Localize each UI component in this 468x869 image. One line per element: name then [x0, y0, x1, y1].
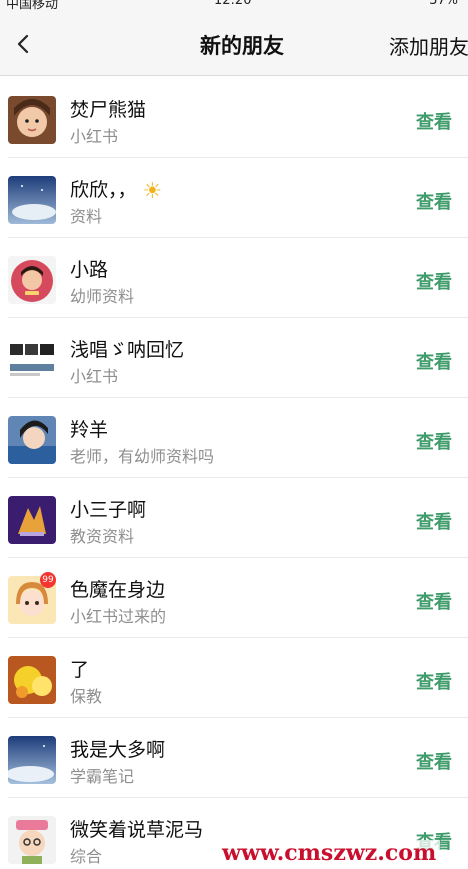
friend-name: 浅唱ゞ呐回忆	[70, 339, 185, 361]
avatar[interactable]	[8, 256, 56, 304]
friend-name: 小三子啊	[70, 499, 147, 521]
friend-row[interactable]: 欣欣，， ☀ 资料 查看	[0, 158, 468, 238]
friend-name: 我是大多啊	[70, 739, 166, 761]
view-button[interactable]: 查看	[416, 508, 452, 534]
sun-icon: ☀	[142, 179, 163, 204]
friend-row[interactable]: 99 色魔在身边 小红书过来的 查看	[0, 558, 468, 638]
friend-name: 羚羊	[70, 419, 109, 441]
view-button[interactable]: 查看	[416, 268, 452, 294]
status-bar: 中国移动 12:20 37%	[0, 0, 468, 10]
view-button[interactable]: 查看	[416, 108, 452, 134]
friend-name: 微笑着说草泥马	[70, 819, 204, 841]
friend-row[interactable]: 羚羊 老师，有幼师资料吗 查看	[0, 398, 468, 478]
friend-name: 了	[70, 659, 90, 681]
avatar[interactable]	[8, 416, 56, 464]
friend-note: 幼师资料	[70, 287, 135, 306]
view-button[interactable]: 查看	[416, 588, 452, 614]
friend-note: 小红书	[70, 127, 119, 146]
unread-badge: 99	[40, 572, 56, 588]
avatar[interactable]	[8, 816, 56, 864]
carrier-label: 中国移动	[6, 0, 59, 10]
friend-note: 综合	[70, 847, 103, 866]
friend-name: 欣欣，， ☀	[70, 175, 163, 204]
friend-note: 资料	[70, 207, 103, 226]
friend-row[interactable]: 小三子啊 教资资料 查看	[0, 478, 468, 558]
friend-name: 小路	[70, 259, 109, 281]
battery-level: 37%	[429, 0, 458, 8]
friend-name-text: 欣欣，，	[70, 179, 137, 201]
avatar[interactable]	[8, 496, 56, 544]
friend-note: 小红书过来的	[70, 607, 167, 626]
view-button[interactable]: 查看	[416, 668, 452, 694]
view-button[interactable]: 查看	[416, 428, 452, 454]
friend-name: 色魔在身边	[70, 579, 166, 601]
view-button[interactable]: 查看	[416, 188, 452, 214]
friend-note: 小红书	[70, 367, 119, 386]
avatar[interactable]	[8, 736, 56, 784]
friend-note: 学霸笔记	[70, 767, 135, 786]
friend-note: 教资资料	[70, 527, 135, 546]
friend-note: 老师，有幼师资料吗	[70, 447, 215, 466]
avatar[interactable]	[8, 656, 56, 704]
friend-row[interactable]: 了 保教 查看	[0, 638, 468, 718]
avatar[interactable]	[8, 96, 56, 144]
friend-note: 保教	[70, 687, 103, 706]
navigation-bar: 新的朋友 添加朋友	[0, 10, 468, 76]
friend-row[interactable]: 浅唱ゞ呐回忆 小红书 查看	[0, 318, 468, 398]
view-button[interactable]: 查看	[416, 748, 452, 774]
avatar[interactable]	[8, 176, 56, 224]
friend-name: 焚尸熊猫	[70, 99, 147, 121]
new-friends-list: 焚尸熊猫 小红书 查看 欣欣，， ☀ 资料 查看 小路 幼师资料 查看 浅唱ゞ呐回…	[0, 78, 468, 869]
friend-row[interactable]: 我是大多啊 学霸笔记 查看	[0, 718, 468, 798]
view-button[interactable]: 查看	[416, 348, 452, 374]
watermark: www.cmszwz.com	[218, 840, 441, 866]
avatar[interactable]	[8, 336, 56, 384]
clock: 12:20	[214, 0, 252, 8]
add-friend-button[interactable]: 添加朋友	[389, 31, 468, 60]
friend-row[interactable]: 焚尸熊猫 小红书 查看	[0, 78, 468, 158]
friend-row[interactable]: 小路 幼师资料 查看	[0, 238, 468, 318]
